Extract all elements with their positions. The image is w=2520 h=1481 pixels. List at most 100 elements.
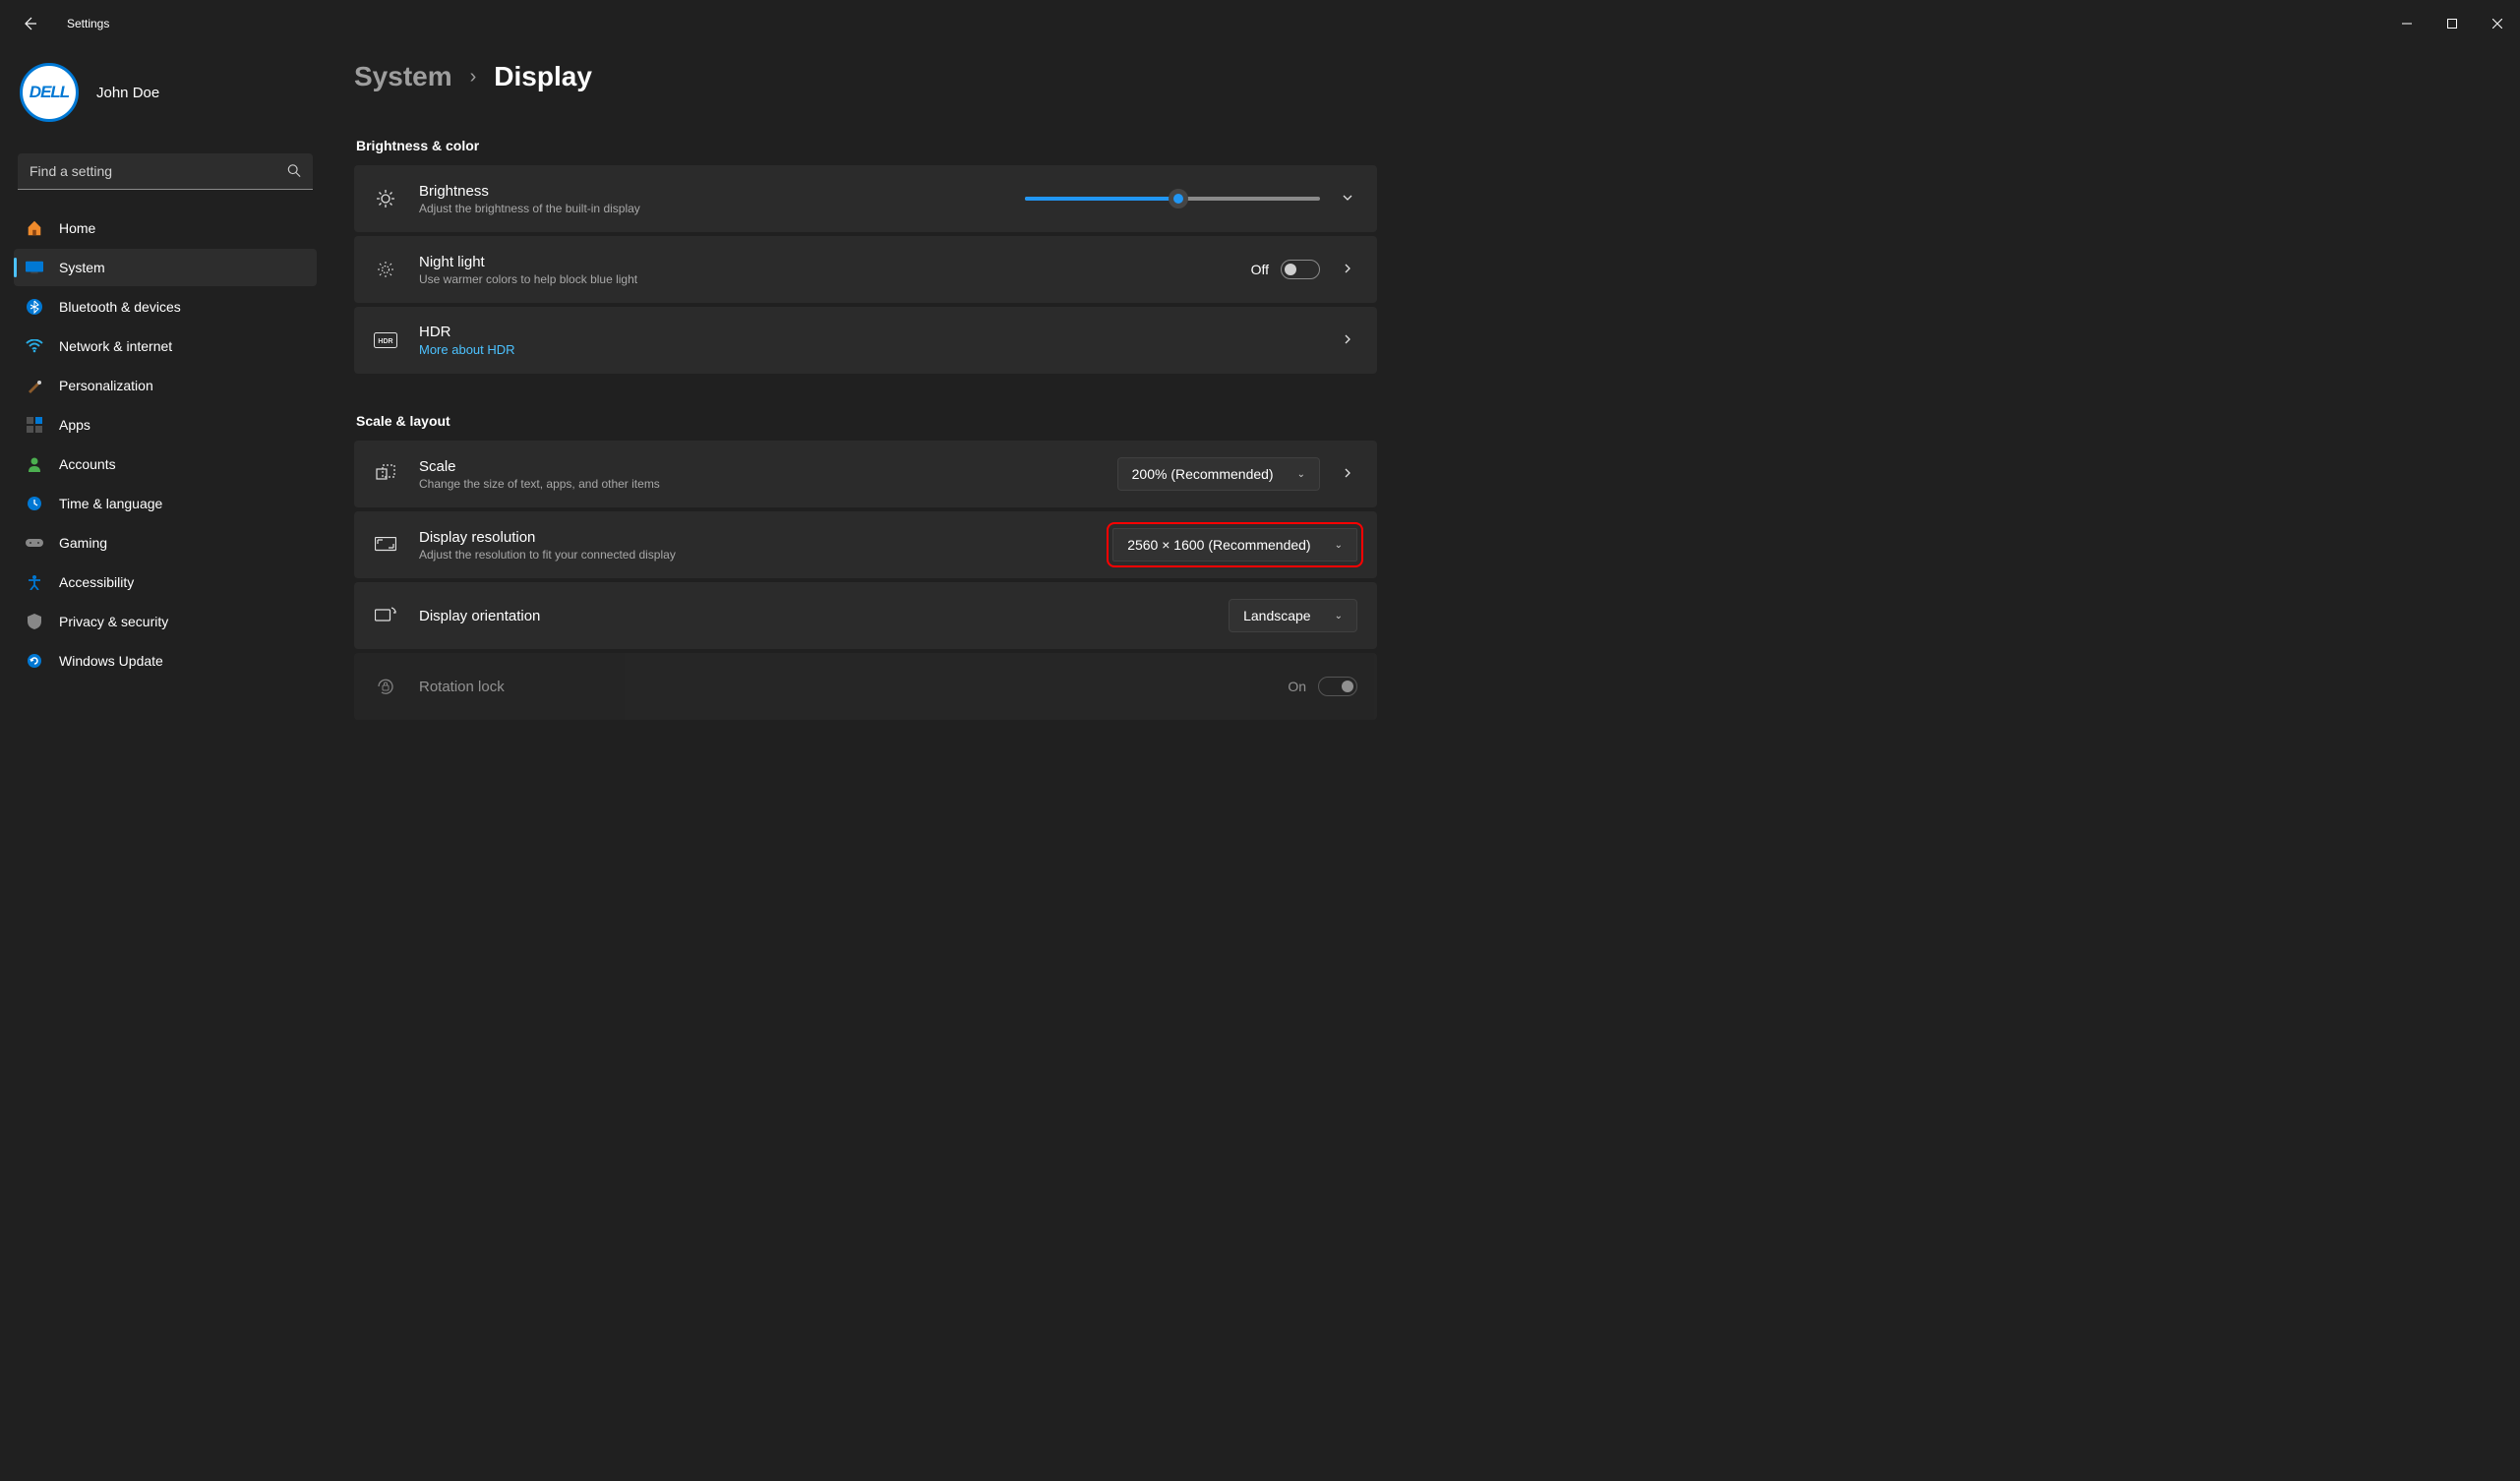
sidebar-item-label: Personalization — [59, 378, 153, 393]
search-icon — [287, 163, 301, 180]
home-icon — [26, 219, 43, 237]
sidebar-item-label: Accounts — [59, 456, 116, 472]
main: System › Display Brightness & color Brig… — [325, 47, 2520, 1481]
scale-sub: Change the size of text, apps, and other… — [419, 477, 1096, 491]
chevron-down-icon: ⌄ — [1297, 469, 1305, 480]
brightness-title: Brightness — [419, 183, 1003, 200]
sidebar-item-accessibility[interactable]: Accessibility — [14, 563, 317, 601]
person-icon — [26, 455, 43, 473]
card-orientation: Display orientation Landscape ⌄ — [354, 582, 1377, 649]
user-name: John Doe — [96, 85, 159, 101]
card-rotation-lock: Rotation lock On — [354, 653, 1377, 720]
expand-brightness[interactable] — [1338, 187, 1357, 210]
sidebar-item-update[interactable]: Windows Update — [14, 642, 317, 680]
brightness-slider[interactable] — [1025, 189, 1320, 208]
section-title-scale: Scale & layout — [356, 413, 2490, 429]
orientation-dropdown[interactable]: Landscape ⌄ — [1229, 599, 1357, 632]
scale-dropdown[interactable]: 200% (Recommended) ⌄ — [1117, 457, 1320, 491]
open-scale[interactable] — [1338, 462, 1357, 486]
shield-icon — [26, 613, 43, 630]
resolution-title: Display resolution — [419, 529, 1091, 546]
sidebar-item-network[interactable]: Network & internet — [14, 327, 317, 365]
system-icon — [26, 259, 43, 276]
sidebar-item-label: Network & internet — [59, 338, 172, 354]
sidebar-item-bluetooth[interactable]: Bluetooth & devices — [14, 288, 317, 326]
minimize-button[interactable] — [2384, 8, 2430, 39]
search-wrap — [18, 153, 313, 190]
sidebar-item-privacy[interactable]: Privacy & security — [14, 603, 317, 640]
orientation-title: Display orientation — [419, 608, 1207, 624]
paint-icon — [26, 377, 43, 394]
sidebar-item-label: Windows Update — [59, 653, 163, 669]
search-input[interactable] — [18, 153, 313, 190]
orientation-value: Landscape — [1243, 608, 1311, 623]
sidebar-item-gaming[interactable]: Gaming — [14, 524, 317, 562]
night-light-state: Off — [1251, 262, 1269, 277]
sidebar-item-home[interactable]: Home — [14, 209, 317, 247]
card-night-light: Night light Use warmer colors to help bl… — [354, 236, 1377, 303]
accessibility-icon — [26, 573, 43, 591]
rotation-lock-toggle — [1318, 677, 1357, 696]
sidebar-item-label: Accessibility — [59, 574, 134, 590]
hdr-icon: HDR — [374, 332, 397, 348]
sidebar-item-label: Bluetooth & devices — [59, 299, 181, 315]
resolution-sub: Adjust the resolution to fit your connec… — [419, 548, 1091, 562]
card-hdr[interactable]: HDR HDR More about HDR — [354, 307, 1377, 374]
sidebar-item-label: Time & language — [59, 496, 162, 511]
avatar: DELL — [20, 63, 79, 122]
clock-icon — [26, 495, 43, 512]
sidebar-item-label: Apps — [59, 417, 90, 433]
rotation-lock-title: Rotation lock — [419, 679, 1266, 695]
bluetooth-icon — [26, 298, 43, 316]
chevron-down-icon: ⌄ — [1335, 611, 1343, 622]
update-icon — [26, 652, 43, 670]
wifi-icon — [26, 337, 43, 355]
apps-icon — [26, 416, 43, 434]
sidebar-item-accounts[interactable]: Accounts — [14, 445, 317, 483]
hdr-link[interactable]: More about HDR — [419, 342, 1316, 357]
brightness-sub: Adjust the brightness of the built-in di… — [419, 202, 1003, 215]
titlebar: Settings — [0, 0, 2520, 47]
scale-title: Scale — [419, 458, 1096, 475]
nav: Home System Bluetooth & devices Network … — [14, 209, 317, 680]
rotation-lock-state: On — [1288, 679, 1306, 694]
open-night-light[interactable] — [1338, 258, 1357, 281]
app-title: Settings — [67, 17, 109, 30]
user-block[interactable]: DELL John Doe — [14, 55, 317, 146]
sidebar-item-label: Privacy & security — [59, 614, 168, 629]
chevron-down-icon: ⌄ — [1335, 540, 1343, 551]
card-brightness: Brightness Adjust the brightness of the … — [354, 165, 1377, 232]
breadcrumb-current: Display — [494, 61, 592, 92]
chevron-right-icon: › — [470, 66, 477, 89]
gamepad-icon — [26, 534, 43, 552]
scale-icon — [374, 464, 397, 484]
open-hdr[interactable] — [1338, 328, 1357, 352]
card-resolution: Display resolution Adjust the resolution… — [354, 511, 1377, 578]
night-light-sub: Use warmer colors to help block blue lig… — [419, 272, 1230, 286]
sidebar-item-system[interactable]: System — [14, 249, 317, 286]
night-icon — [374, 260, 397, 279]
orientation-icon — [374, 607, 397, 624]
hdr-title: HDR — [419, 324, 1316, 340]
night-light-toggle[interactable] — [1281, 260, 1320, 279]
sidebar-item-personalization[interactable]: Personalization — [14, 367, 317, 404]
breadcrumb: System › Display — [354, 57, 2490, 92]
resolution-icon — [374, 537, 397, 553]
sidebar: DELL John Doe Home System — [0, 47, 325, 1481]
sun-icon — [374, 189, 397, 208]
sidebar-item-apps[interactable]: Apps — [14, 406, 317, 444]
night-light-title: Night light — [419, 254, 1230, 270]
scale-value: 200% (Recommended) — [1132, 466, 1274, 482]
sidebar-item-time[interactable]: Time & language — [14, 485, 317, 522]
rotation-lock-icon — [374, 677, 397, 696]
back-button[interactable] — [22, 16, 37, 31]
sidebar-item-label: System — [59, 260, 105, 275]
resolution-dropdown[interactable]: 2560 × 1600 (Recommended) ⌄ — [1112, 528, 1357, 562]
card-scale: Scale Change the size of text, apps, and… — [354, 441, 1377, 507]
section-title-brightness: Brightness & color — [356, 138, 2490, 153]
sidebar-item-label: Gaming — [59, 535, 107, 551]
sidebar-item-label: Home — [59, 220, 95, 236]
breadcrumb-parent[interactable]: System — [354, 61, 452, 92]
close-button[interactable] — [2475, 8, 2520, 39]
maximize-button[interactable] — [2430, 8, 2475, 39]
